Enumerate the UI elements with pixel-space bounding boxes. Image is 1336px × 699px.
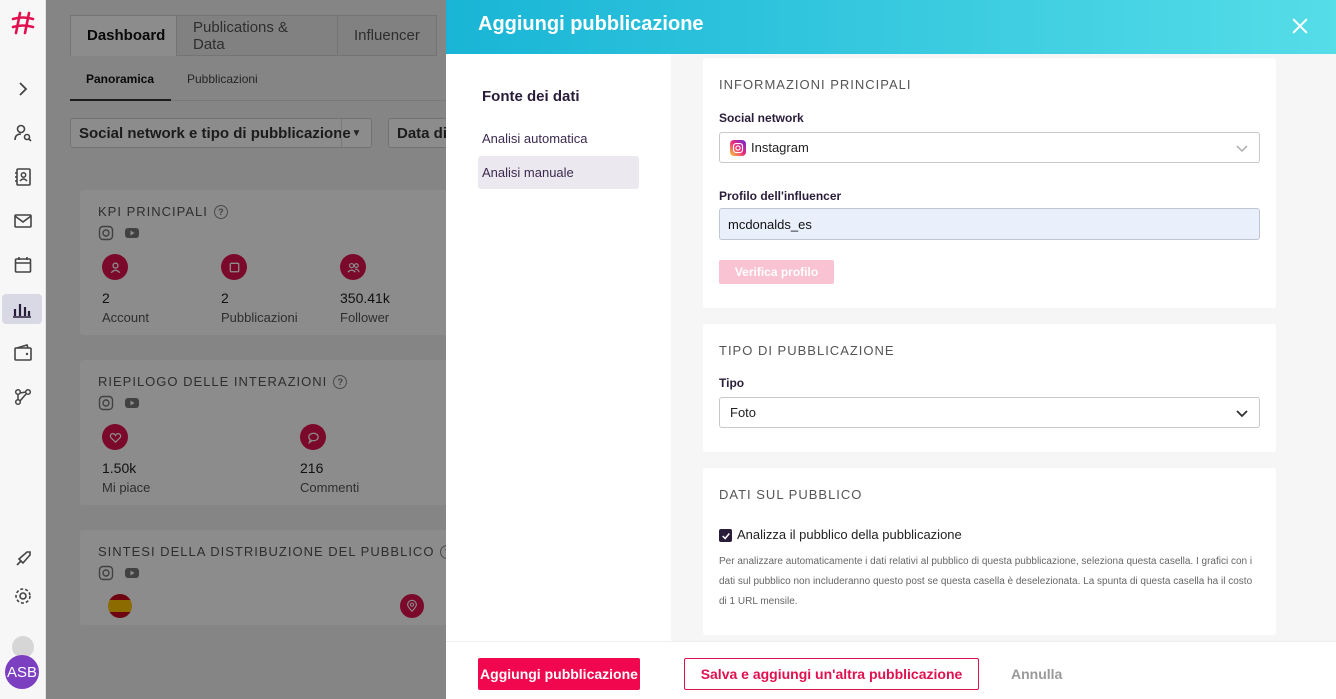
main-info-section: INFORMAZIONI PRINCIPALI Social network I… xyxy=(703,58,1276,308)
audience-data-section: DATI SUL PUBBLICO Analizza il pubblico d… xyxy=(703,468,1276,635)
user-avatar[interactable]: ASB xyxy=(5,655,39,689)
mail-icon[interactable] xyxy=(12,210,34,232)
chevron-down-icon xyxy=(1236,410,1248,418)
chevron-down-icon xyxy=(1236,145,1248,153)
publication-type-value: Foto xyxy=(730,405,757,420)
settings-gear-icon[interactable] xyxy=(12,585,34,607)
instagram-icon xyxy=(730,139,746,156)
calendar-icon[interactable] xyxy=(12,254,34,276)
checkmark-icon xyxy=(721,532,730,540)
type-label: Tipo xyxy=(719,376,745,390)
data-source-sidebar: Fonte dei dati Analisi automatica Analis… xyxy=(446,54,671,641)
rocket-icon[interactable] xyxy=(12,548,34,570)
social-network-value: Instagram xyxy=(751,140,809,155)
influencer-profile-input[interactable] xyxy=(719,208,1260,240)
panel-header: Aggiungi pubblicazione xyxy=(446,0,1336,54)
add-publication-panel: Aggiungi pubblicazione Fonte dei dati An… xyxy=(446,0,1336,699)
panel-footer: Aggiungi pubblicazione Salva e aggiungi … xyxy=(446,641,1336,699)
analyze-audience-label[interactable]: Analizza il pubblico della pubblicazione xyxy=(737,527,962,542)
panel-form: INFORMAZIONI PRINCIPALI Social network I… xyxy=(671,54,1336,641)
sidebar-heading: Fonte dei dati xyxy=(482,88,580,105)
social-network-label: Social network xyxy=(719,111,804,125)
app-rail: ASB xyxy=(0,0,46,699)
publication-type-select[interactable]: Foto xyxy=(719,397,1260,428)
cancel-button[interactable]: Annulla xyxy=(1011,658,1062,690)
verify-profile-button[interactable]: Verifica profilo xyxy=(719,260,834,284)
modal-backdrop[interactable] xyxy=(46,0,446,699)
contacts-icon[interactable] xyxy=(12,166,34,188)
user-search-icon[interactable] xyxy=(12,122,34,144)
dashboard-background: Dashboard Publications & Data Influencer… xyxy=(46,0,446,699)
social-network-select[interactable]: Instagram xyxy=(719,132,1260,163)
section-title: DATI SUL PUBBLICO xyxy=(719,487,863,502)
expand-chevron-icon[interactable] xyxy=(12,78,34,100)
analytics-bars-icon[interactable] xyxy=(2,294,42,324)
sidebar-item-automatic-analysis[interactable]: Analisi automatica xyxy=(478,122,639,155)
sidebar-item-manual-analysis[interactable]: Analisi manuale xyxy=(478,156,639,189)
panel-title: Aggiungi pubblicazione xyxy=(478,13,704,35)
publication-type-section: TIPO DI PUBBLICAZIONE Tipo Foto xyxy=(703,324,1276,452)
close-icon[interactable] xyxy=(1288,14,1312,38)
hashtag-logo-icon[interactable] xyxy=(10,10,36,36)
save-and-add-another-button[interactable]: Salva e aggiungi un'altra pubblicazione xyxy=(684,658,979,690)
wallet-icon[interactable] xyxy=(12,342,34,364)
network-icon[interactable] xyxy=(12,386,34,408)
influencer-profile-label: Profilo dell'influencer xyxy=(719,189,842,203)
section-title: INFORMAZIONI PRINCIPALI xyxy=(719,77,912,92)
section-title: TIPO DI PUBBLICAZIONE xyxy=(719,343,895,358)
audience-help-text: Per analizzare automaticamente i dati re… xyxy=(719,556,1253,607)
analyze-audience-checkbox[interactable] xyxy=(719,529,732,542)
add-publication-button[interactable]: Aggiungi pubblicazione xyxy=(478,658,640,690)
